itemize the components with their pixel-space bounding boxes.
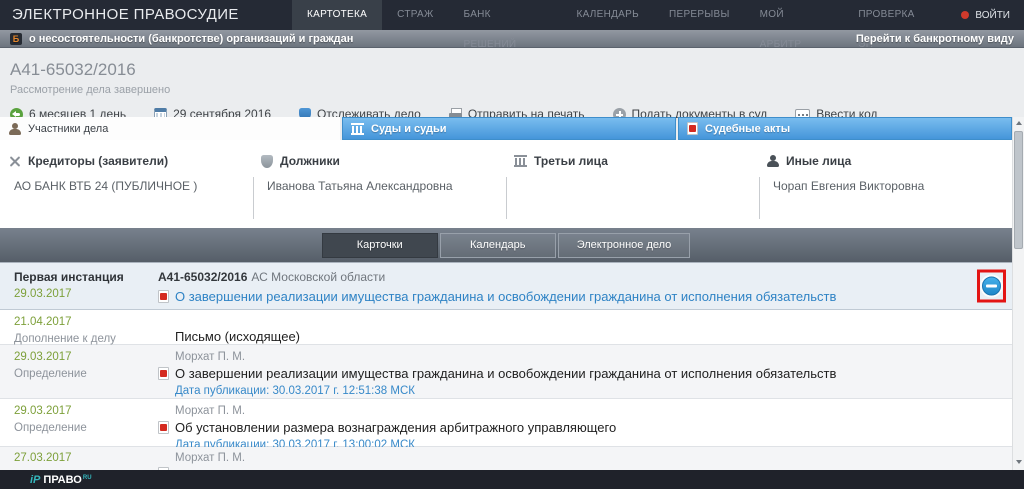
collapse-button[interactable] <box>982 277 1001 296</box>
case-court-line: А41-65032/2016АС Московской области <box>158 270 1012 284</box>
document-title: О завершении реализации имущества гражда… <box>175 366 836 381</box>
tab-courts-judges[interactable]: Суды и судьи <box>342 117 676 140</box>
courthouse-icon <box>351 123 364 135</box>
act-title-link[interactable]: О завершении реализации имущества гражда… <box>175 289 836 304</box>
pravo-ru-logo: iP ПРАВО RU <box>30 474 92 486</box>
nav-item-moy-arbitr[interactable]: МОЙ АРБИТР <box>745 0 844 30</box>
card-view-tabs: Карточки Календарь Электронное дело <box>0 228 1012 262</box>
document-title: Письмо (исходящее) <box>158 329 1012 344</box>
shield-icon <box>261 155 273 168</box>
other-parties-column: Иные лица Чорап Евгения Викторовна <box>759 140 1012 228</box>
tab-judicial-acts[interactable]: Судебные акты <box>678 117 1012 140</box>
creditors-column: Кредиторы (заявители) АО БАНК ВТБ 24 (ПУ… <box>0 140 253 228</box>
publication-date-link[interactable]: Дата публикации: 30.03.2017 г. 12:51:38 … <box>175 385 1012 397</box>
debtor-value: Иванова Татьяна Александровна <box>253 177 506 219</box>
scroll-up-arrow[interactable] <box>1013 117 1024 129</box>
table-row: 21.04.2017 Дополнение к делу Письмо (исх… <box>0 310 1012 345</box>
scroll-down-arrow[interactable] <box>1013 456 1024 468</box>
pdf-icon[interactable] <box>158 421 169 434</box>
nav-item-kalendar[interactable]: КАЛЕНДАРЬ <box>561 0 654 30</box>
building-icon <box>514 155 527 167</box>
third-parties-column: Третьи лица <box>506 140 759 228</box>
debtors-label: Должники <box>280 154 340 168</box>
login-button[interactable]: ВОЙТИ <box>947 0 1024 30</box>
top-navigation: ЭЛЕКТРОННОЕ ПРАВОСУДИЕ КАРТОТЕКА СТРАЖ Б… <box>0 0 1024 30</box>
person-icon <box>9 123 21 135</box>
crossed-swords-icon <box>8 155 21 168</box>
login-status-icon <box>961 11 969 19</box>
tab-cards[interactable]: Карточки <box>322 233 438 258</box>
nav-item-proverka-ep[interactable]: ПРОВЕРКА ЭП <box>843 0 947 30</box>
case-type-title: о несостоятельности (банкротстве) органи… <box>29 33 353 45</box>
documents-table: Первая инстанция 29.03.2017 А41-65032/20… <box>0 262 1012 470</box>
debtors-column: Должники Иванова Татьяна Александровна <box>253 140 506 228</box>
app-window: ЭЛЕКТРОННОЕ ПРАВОСУДИЕ КАРТОТЕКА СТРАЖ Б… <box>0 0 1024 489</box>
tab-participants[interactable]: Участники дела <box>0 117 340 140</box>
nav-item-strazh[interactable]: СТРАЖ <box>382 0 448 30</box>
vertical-scrollbar[interactable] <box>1012 117 1024 470</box>
judge-name: Морхат П. М. <box>175 405 1012 417</box>
bankruptcy-view-link[interactable]: Перейти к банкротному виду <box>856 33 1014 45</box>
instance-name: Первая инстанция <box>14 270 158 284</box>
instance-date: 29.03.2017 <box>14 288 158 300</box>
nav-item-kartoteka[interactable]: КАРТОТЕКА <box>292 0 382 30</box>
primary-tabs: Участники дела Суды и судьи Судебные акт… <box>0 117 1012 140</box>
table-row: 29.03.2017 Определение Морхат П. М. Об у… <box>0 399 1012 447</box>
pdf-icon[interactable] <box>158 367 169 380</box>
bankruptcy-badge-icon: Б <box>10 33 22 45</box>
case-number: А41-65032/2016 <box>10 60 1014 80</box>
pdf-icon[interactable] <box>158 290 169 303</box>
tab-calendar[interactable]: Календарь <box>440 233 556 258</box>
participants-panel: Кредиторы (заявители) АО БАНК ВТБ 24 (ПУ… <box>0 140 1012 228</box>
app-logo: ЭЛЕКТРОННОЕ ПРАВОСУДИЕ <box>0 0 292 30</box>
scrollbar-thumb[interactable] <box>1014 131 1023 249</box>
other-party-value: Чорап Евгения Викторовна <box>759 177 1012 219</box>
login-label: ВОЙТИ <box>975 10 1010 21</box>
document-icon <box>687 122 698 135</box>
judge-name: Морхат П. М. <box>175 452 1012 464</box>
document-title: Об установлении размера вознаграждения а… <box>175 420 616 435</box>
judge-name: Морхат П. М. <box>175 351 1012 363</box>
nav-item-pereryvy[interactable]: ПЕРЕРЫВЫ <box>654 0 745 30</box>
person-icon <box>767 155 779 167</box>
main-content: Участники дела Суды и судьи Судебные акт… <box>0 117 1012 470</box>
nav-item-bank-resheniy[interactable]: БАНК РЕШЕНИЙ <box>449 0 562 30</box>
creditor-value: АО БАНК ВТБ 24 (ПУБЛИЧНОЕ ) <box>0 177 253 219</box>
tab-electronic-case[interactable]: Электронное дело <box>558 233 691 258</box>
highlight-box <box>977 270 1006 303</box>
third-parties-label: Третьи лица <box>534 154 608 168</box>
creditors-label: Кредиторы (заявители) <box>28 154 168 168</box>
other-parties-label: Иные лица <box>786 154 851 168</box>
third-party-value <box>506 177 759 219</box>
table-row: 29.03.2017 Определение Морхат П. М. О за… <box>0 345 1012 399</box>
instance-row: Первая инстанция 29.03.2017 А41-65032/20… <box>0 262 1012 310</box>
case-status: Рассмотрение дела завершено <box>10 84 1014 96</box>
footer-bar: iP ПРАВО RU <box>0 470 1024 489</box>
table-row: 27.03.2017 Морхат П. М. <box>0 447 1012 470</box>
